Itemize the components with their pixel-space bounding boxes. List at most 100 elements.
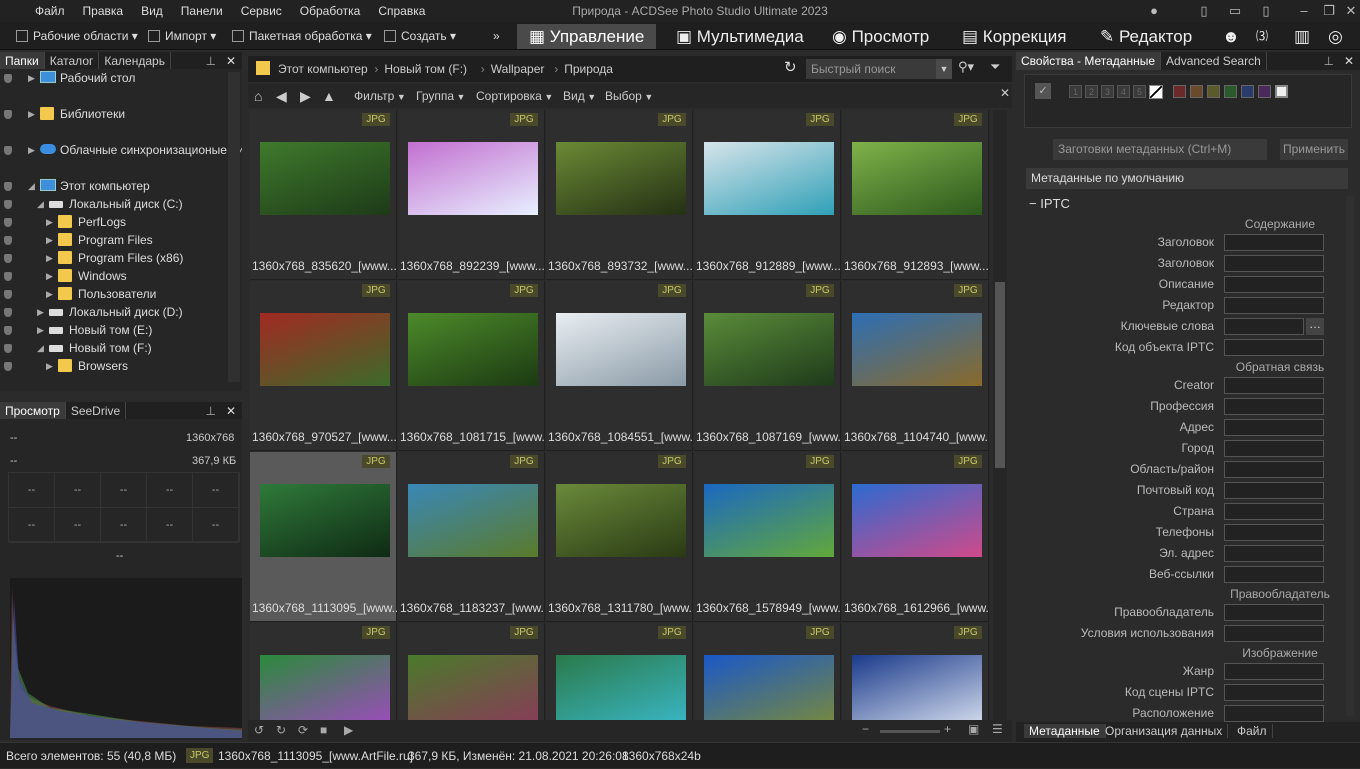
tree-item[interactable]: ▶ Program Files (x86): [0, 249, 226, 267]
view-list-icon[interactable]: ☰: [992, 722, 1003, 736]
metadata-input[interactable]: [1224, 461, 1324, 478]
close-tab-icon[interactable]: ✕: [1000, 86, 1010, 100]
expand-icon[interactable]: ▶: [46, 357, 53, 375]
expand-icon[interactable]: ▶: [46, 267, 53, 285]
tab-seedrive[interactable]: SeeDrive: [66, 402, 127, 420]
thumbnail[interactable]: JPG: [398, 623, 545, 720]
tree-item[interactable]: ▶ Пользователи: [0, 285, 226, 303]
tree-scrollbar[interactable]: [228, 72, 240, 382]
breadcrumb-item[interactable]: Wallpaper: [491, 56, 545, 82]
tab-file[interactable]: Файл: [1232, 724, 1273, 738]
close-panel-icon[interactable]: ✕: [226, 402, 236, 420]
pin-icon[interactable]: [4, 254, 12, 263]
thumbnail[interactable]: JPG 1360x768_835620_[www....: [250, 110, 397, 280]
menu-item[interactable]: Правка: [74, 0, 133, 22]
pin-icon[interactable]: [4, 344, 12, 353]
pin-icon[interactable]: [4, 272, 12, 281]
apply-button[interactable]: Применить: [1280, 139, 1348, 160]
expand-icon[interactable]: ▶: [46, 231, 53, 249]
breadcrumb-item[interactable]: Этот компьютер: [278, 56, 368, 82]
pin-icon[interactable]: [4, 218, 12, 227]
expand-icon[interactable]: ▶: [37, 303, 44, 321]
metadata-input[interactable]: [1224, 398, 1324, 415]
panel-bottom-icon[interactable]: ▭: [1224, 2, 1246, 20]
color-label[interactable]: [1207, 85, 1220, 98]
eye-refresh-icon[interactable]: ◎: [1328, 24, 1343, 49]
menu-item[interactable]: Вид: [132, 0, 172, 22]
thumbnail[interactable]: JPG 1360x768_1311780_[www....: [546, 452, 693, 622]
expand-icon[interactable]: ◢: [37, 195, 44, 213]
thumbnail[interactable]: JPG 1360x768_970527_[www....: [250, 281, 397, 451]
forward-icon[interactable]: ▶: [300, 84, 311, 108]
metadata-input[interactable]: [1224, 318, 1304, 335]
metadata-input[interactable]: [1224, 482, 1324, 499]
tree-item[interactable]: ◢ Новый том (F:): [0, 339, 226, 357]
pin-icon[interactable]: ⊥: [1324, 52, 1334, 70]
thumbnail[interactable]: JPG 1360x768_912889_[www....: [694, 110, 841, 280]
account-icon[interactable]: ●: [1143, 2, 1165, 20]
expand-icon[interactable]: ▶: [46, 249, 53, 267]
tree-item[interactable]: ▶ Облачные синхронизационые ди: [0, 141, 242, 159]
scroll-thumb[interactable]: [995, 282, 1005, 468]
metadata-input[interactable]: [1224, 297, 1324, 314]
view-image-icon[interactable]: ▣: [968, 722, 979, 736]
pin-icon[interactable]: [4, 362, 12, 371]
pin-icon[interactable]: [4, 236, 12, 245]
rotate-icon[interactable]: ⟳: [298, 723, 308, 737]
metadata-input[interactable]: [1224, 663, 1324, 680]
thumbnail[interactable]: JPG 1360x768_912893_[www....: [842, 110, 989, 280]
metadata-input[interactable]: [1224, 377, 1324, 394]
tab-metadata[interactable]: Метаданные: [1024, 724, 1106, 738]
metadata-input[interactable]: [1224, 440, 1324, 457]
tree-item[interactable]: ▶ Новый том (E:): [0, 321, 226, 339]
pin-icon[interactable]: [4, 290, 12, 299]
breadcrumb-item[interactable]: Природа: [564, 56, 613, 82]
breadcrumb-item[interactable]: Новый том (F:): [384, 56, 467, 82]
slideshow-icon[interactable]: ▶: [344, 723, 353, 737]
rotate-left-icon[interactable]: ↺: [254, 723, 264, 737]
tree-item[interactable]: ▶ Библиотеки: [0, 105, 226, 123]
mode-view[interactable]: ◉ Просмотр: [832, 24, 929, 49]
thumbnail[interactable]: JPG 1360x768_892239_[www....: [398, 110, 545, 280]
thumbnail[interactable]: JPG 1360x768_1084551_[www....: [546, 281, 693, 451]
navbar-1[interactable]: Группа ▼: [416, 84, 465, 109]
rating-3[interactable]: 3: [1101, 85, 1114, 98]
menu-item[interactable]: Панели: [172, 0, 232, 22]
tree-item[interactable]: ▶ Program Files: [0, 231, 226, 249]
metadata-input[interactable]: [1224, 625, 1324, 642]
import-button[interactable]: Импорт ▾: [148, 22, 216, 50]
people-icon[interactable]: ☻: [1222, 24, 1240, 49]
panel-right-icon[interactable]: ▯: [1255, 2, 1277, 20]
mode-media[interactable]: ▣ Мультимедиа: [676, 24, 804, 49]
color-label-none[interactable]: [1275, 85, 1288, 98]
rating-2[interactable]: 2: [1085, 85, 1098, 98]
rotate-right-icon[interactable]: ↻: [276, 723, 286, 737]
refresh-icon[interactable]: ↻: [784, 58, 797, 76]
minimize-button[interactable]: –: [1293, 2, 1315, 20]
rating-4[interactable]: 4: [1117, 85, 1130, 98]
metadata-input[interactable]: [1224, 566, 1324, 583]
workspaces-button[interactable]: Рабочие области ▾: [16, 22, 138, 50]
create-button[interactable]: Создать ▾: [384, 22, 456, 50]
expand-icon[interactable]: ▶: [46, 285, 53, 303]
thumbnail[interactable]: JPG 1360x768_1578949_[www....: [694, 452, 841, 622]
default-metadata-dropdown[interactable]: Метаданные по умолчанию: [1026, 168, 1348, 189]
pin-icon[interactable]: [4, 182, 12, 191]
dashboard-icon[interactable]: ▥: [1294, 24, 1310, 49]
thumbnail[interactable]: JPG 1360x768_1612966_[www....: [842, 452, 989, 622]
thumbnail[interactable]: JPG 1360x768_1183237_[www....: [398, 452, 545, 622]
menu-item[interactable]: Справка: [369, 0, 434, 22]
metadata-input[interactable]: [1224, 604, 1324, 621]
close-button[interactable]: ✕: [1340, 2, 1360, 20]
color-label[interactable]: [1241, 85, 1254, 98]
expand-icon[interactable]: ▶: [37, 321, 44, 339]
thumbnail[interactable]: JPG 1360x768_1081715_[www....: [398, 281, 545, 451]
pin-icon[interactable]: ⊥: [206, 402, 216, 420]
menu-item[interactable]: Сервис: [232, 0, 291, 22]
color-label[interactable]: [1190, 85, 1203, 98]
metadata-input[interactable]: [1224, 255, 1324, 272]
thumbnail[interactable]: JPG 1360x768_1113095_[www....: [250, 452, 397, 622]
tab-properties[interactable]: Свойства - Метаданные: [1016, 52, 1162, 70]
back-icon[interactable]: ◀: [276, 84, 287, 108]
metadata-input[interactable]: [1224, 503, 1324, 520]
